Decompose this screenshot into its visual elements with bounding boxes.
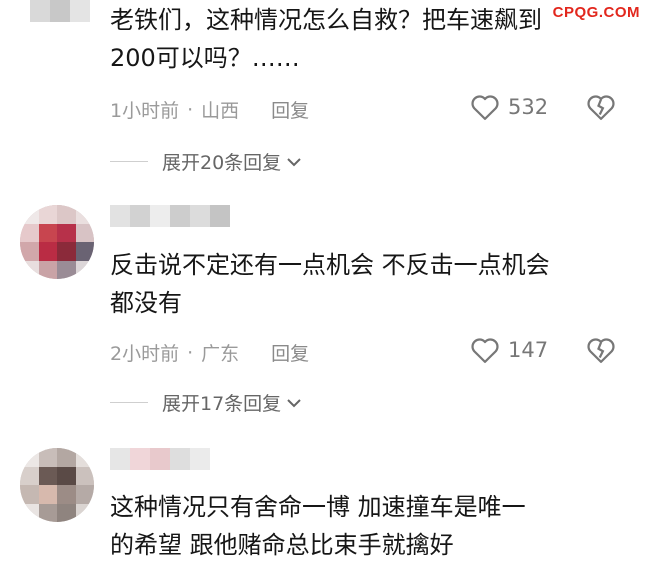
avatar[interactable] — [20, 448, 94, 522]
dislike-button[interactable] — [586, 336, 616, 368]
username-blurred — [30, 0, 100, 22]
meta-separator: · — [187, 341, 194, 364]
username-blurred — [110, 448, 210, 470]
heart-outline-icon — [471, 95, 499, 120]
reply-button[interactable]: 回复 — [271, 96, 309, 123]
comment-text-line: 都没有 — [110, 289, 182, 317]
comment-meta: 1小时前 · 山西 回复 — [110, 96, 309, 123]
heart-outline-icon — [471, 338, 499, 363]
comment-region: 山西 — [201, 100, 240, 122]
comment-item-1: 老铁们，这种情况怎么自救？把车速飙到 200可以吗？…… 1小时前 · 山西 回… — [0, 0, 650, 190]
comment-text-line: 这种情况只有舍命一博 加速撞车是唯一 — [110, 493, 526, 521]
comment-time: 1小时前 — [110, 100, 180, 122]
like-button[interactable]: 532 — [470, 93, 548, 121]
reply-button[interactable]: 回复 — [271, 339, 309, 366]
expand-replies-button[interactable]: 展开17条回复 — [110, 389, 303, 416]
comment-time: 2小时前 — [110, 343, 180, 365]
like-count: 532 — [508, 95, 549, 119]
broken-heart-icon — [587, 338, 615, 363]
comment-text-line: 老铁们，这种情况怎么自救？把车速飙到 — [110, 6, 542, 34]
broken-heart-icon — [587, 95, 615, 120]
avatar[interactable] — [20, 205, 94, 279]
comment-text-line: 的希望 跟他赌命总比束手就擒好 — [110, 531, 454, 559]
comment-meta: 2小时前 · 广东 回复 — [110, 339, 309, 366]
comment-text: 反击说不定还有一点机会 不反击一点机会 都没有 — [110, 246, 630, 322]
expand-divider-line — [110, 402, 148, 403]
comment-text-line: 反击说不定还有一点机会 不反击一点机会 — [110, 251, 550, 279]
expand-replies-button[interactable]: 展开20条回复 — [110, 148, 303, 175]
expand-replies-label: 展开20条回复 — [162, 152, 282, 174]
comment-item-2: 反击说不定还有一点机会 不反击一点机会 都没有 2小时前 · 广东 回复 147… — [0, 195, 650, 430]
like-count: 147 — [508, 338, 549, 362]
dislike-button[interactable] — [586, 93, 616, 125]
comment-item-3: 这种情况只有舍命一博 加速撞车是唯一 的希望 跟他赌命总比束手就擒好 — [0, 440, 650, 574]
comment-text: 这种情况只有舍命一博 加速撞车是唯一 的希望 跟他赌命总比束手就擒好 — [110, 488, 630, 564]
chevron-down-icon — [287, 157, 301, 166]
comment-text: 老铁们，这种情况怎么自救？把车速飙到 200可以吗？…… — [110, 1, 630, 77]
username-blurred — [110, 205, 230, 227]
meta-separator: · — [187, 98, 194, 121]
comment-text-line: 200可以吗？…… — [110, 44, 300, 72]
chevron-down-icon — [287, 398, 301, 407]
like-button[interactable]: 147 — [470, 336, 548, 364]
comment-region: 广东 — [201, 343, 240, 365]
expand-divider-line — [110, 161, 148, 162]
expand-replies-label: 展开17条回复 — [162, 393, 282, 415]
